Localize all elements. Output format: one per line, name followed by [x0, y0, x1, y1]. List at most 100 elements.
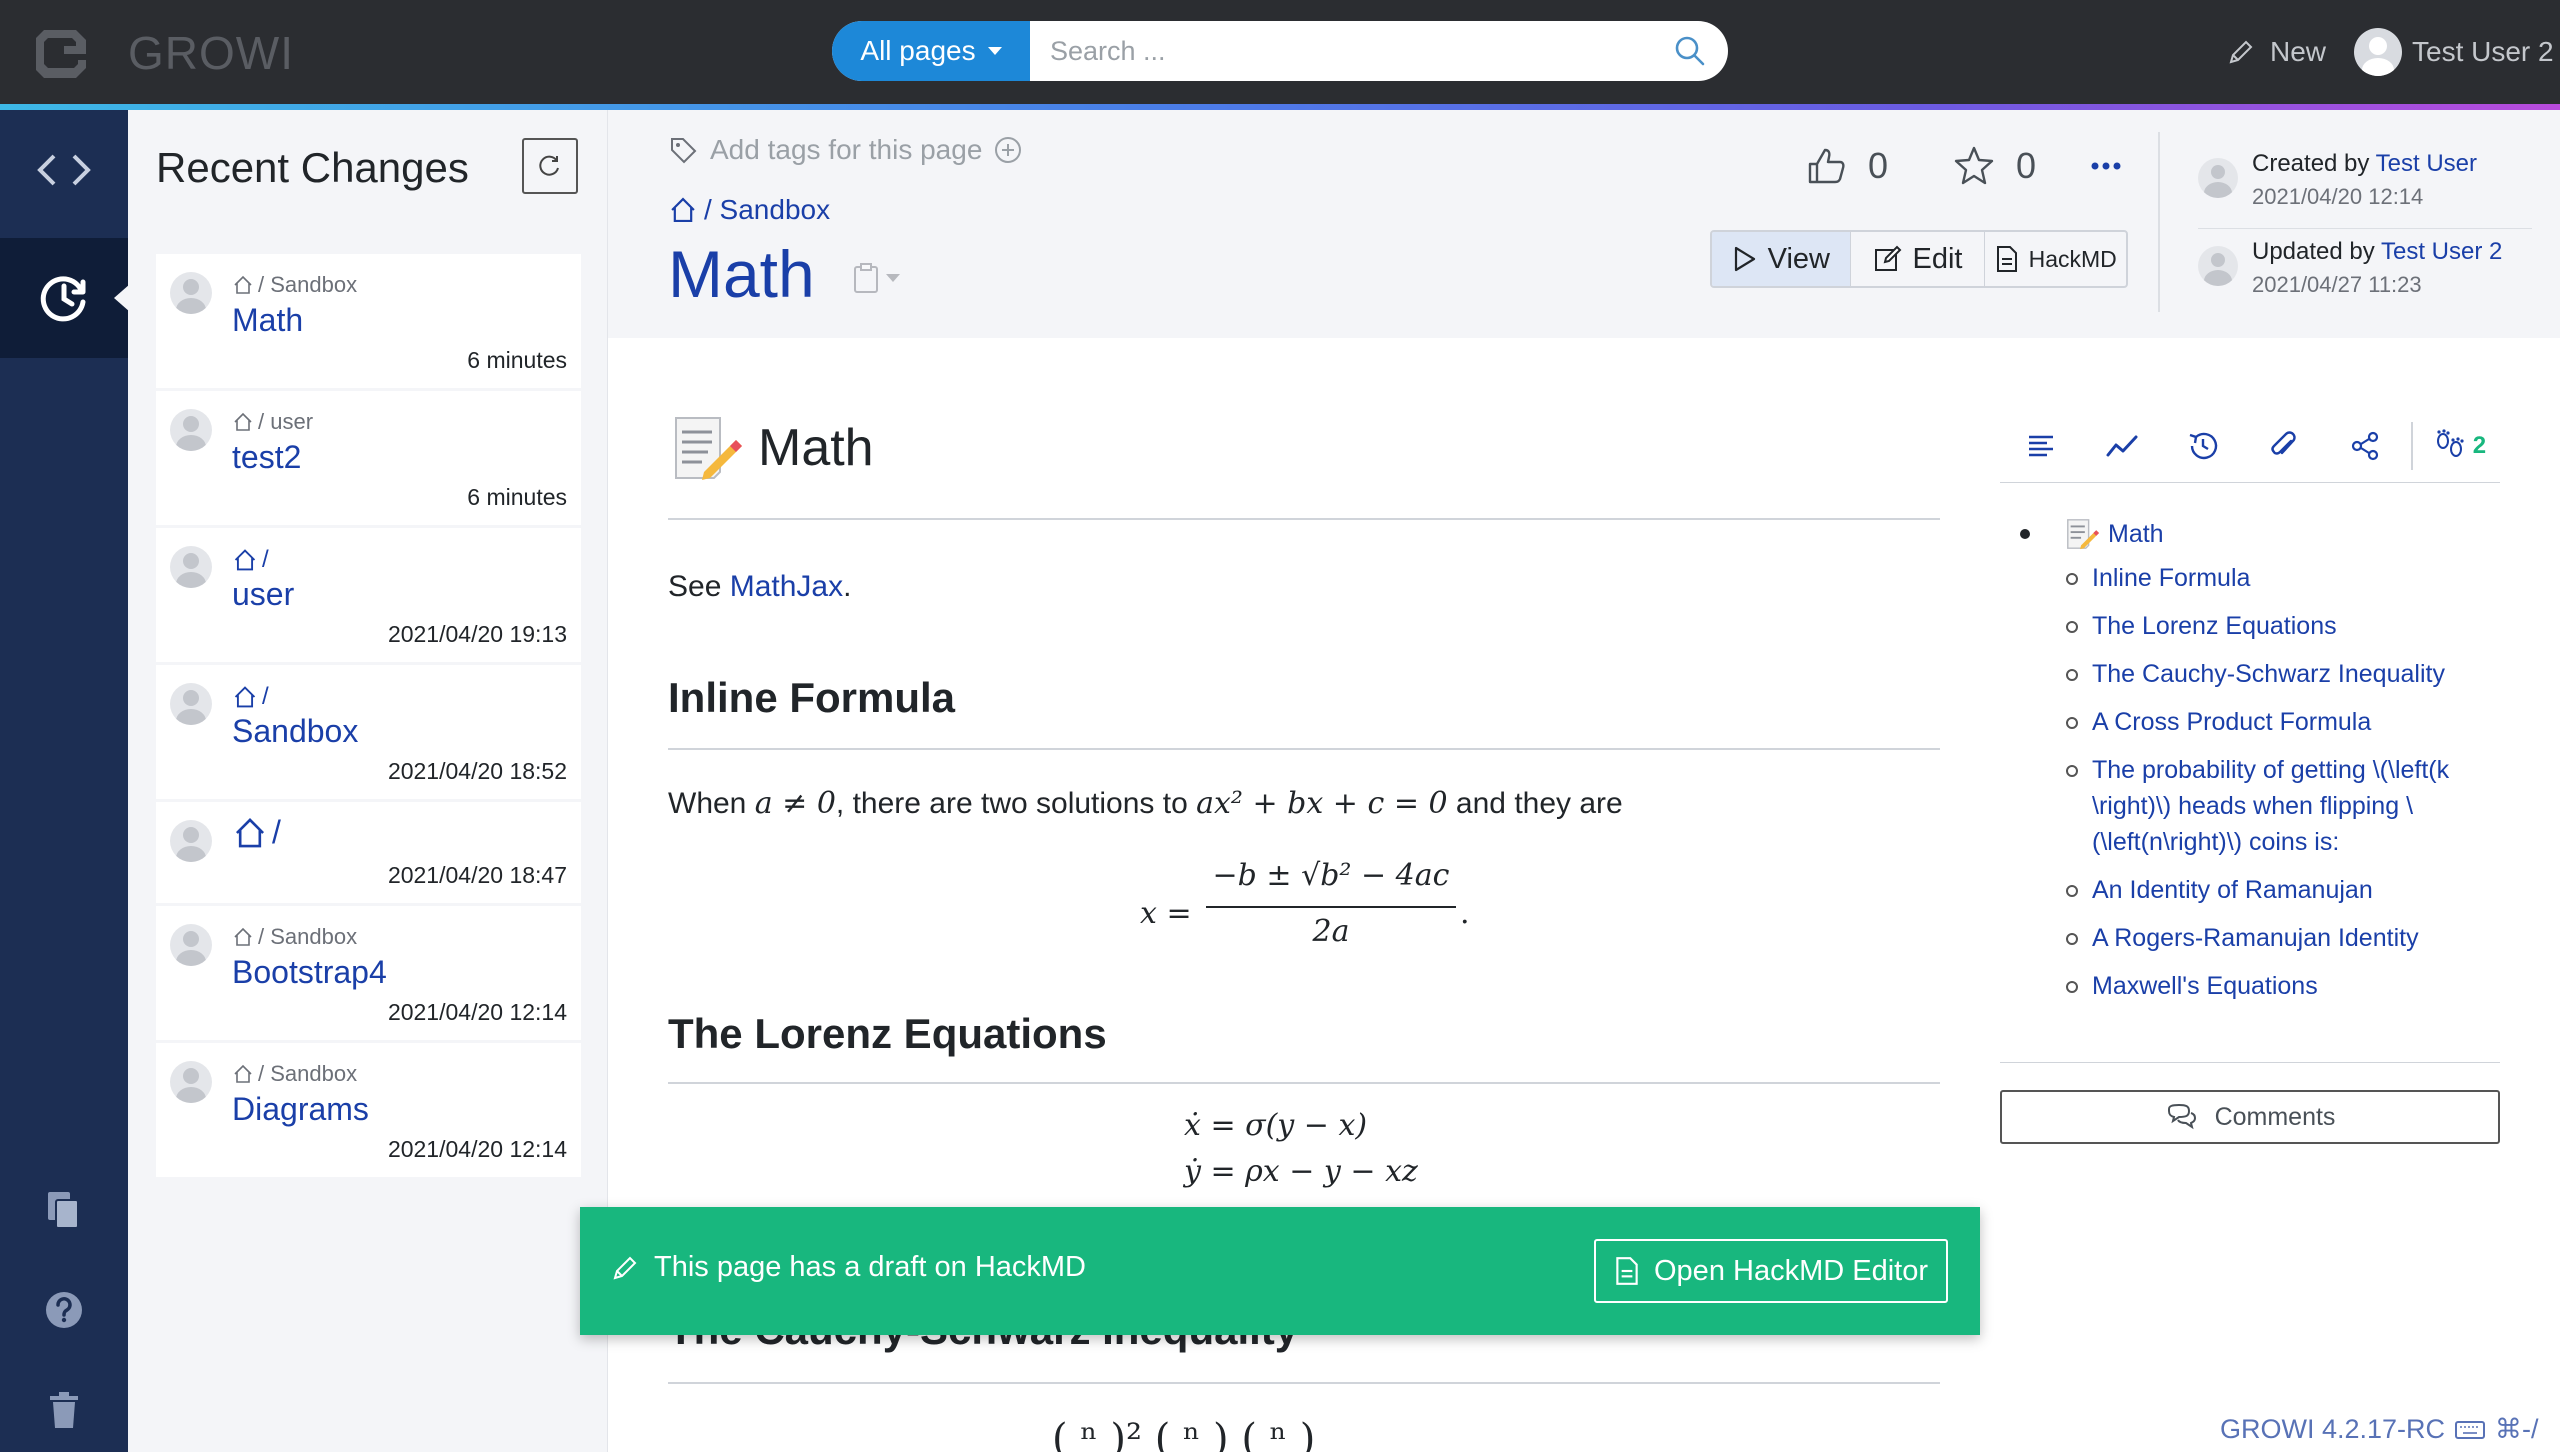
- item-page-name[interactable]: Bootstrap4: [232, 954, 387, 991]
- list-item[interactable]: / Sandbox 2021/04/20 18:52: [156, 665, 581, 802]
- home-icon: [234, 686, 256, 708]
- updated-at: 2021/04/27 11:23: [2252, 272, 2422, 297]
- recent-changes-list: / Sandbox Math 6 minutes / user test2 6 …: [156, 254, 581, 1180]
- lorenz-line-1: ẋ = σ(y − x): [1184, 1108, 1368, 1143]
- share-link-button[interactable]: [2324, 430, 2405, 462]
- created-by: Created by Test User: [2252, 150, 2477, 177]
- tags-editor[interactable]: Add tags for this page: [668, 134, 1022, 166]
- pencil-icon: [613, 1256, 637, 1279]
- item-page-name[interactable]: Diagrams: [232, 1091, 369, 1128]
- view-mode-button[interactable]: View: [1712, 232, 1851, 286]
- keyboard-icon[interactable]: [2455, 1420, 2486, 1440]
- toc-item[interactable]: The Cauchy-Schwarz Inequality: [2066, 656, 2500, 692]
- version-info: GROWI 4.2.17-RC ⌘-/: [2220, 1414, 2539, 1445]
- created-by-user-link[interactable]: Test User: [2376, 150, 2477, 177]
- list-item[interactable]: / Sandbox Diagrams 2021/04/20 12:14: [156, 1043, 581, 1180]
- avatar: [170, 546, 212, 588]
- page-history-button[interactable]: [2162, 429, 2243, 463]
- item-page-name[interactable]: test2: [232, 439, 301, 476]
- bookmark-count: 0: [2016, 145, 2037, 186]
- search-scope-label: All pages: [860, 35, 976, 66]
- more-menu-icon[interactable]: [2090, 161, 2122, 171]
- home-icon: [234, 927, 252, 946]
- item-page-name[interactable]: Sandbox: [232, 713, 358, 750]
- clipboard-icon: [854, 263, 878, 293]
- hackmd-draft-alert: This page has a draft on HackMD Open Hac…: [580, 1207, 1980, 1335]
- inline-math: ax² + bx + c = 0: [1196, 786, 1448, 821]
- toc-item[interactable]: Math: [2020, 512, 2500, 556]
- history-icon: [2189, 432, 2217, 460]
- item-path: / Sandbox: [232, 1061, 357, 1087]
- growi-logo-icon[interactable]: [34, 24, 92, 82]
- avatar: [170, 1061, 212, 1103]
- page-accessories-activity-button[interactable]: [2081, 431, 2162, 461]
- search-scope-dropdown[interactable]: All pages: [832, 21, 1030, 81]
- footprints-icon: [2436, 429, 2464, 457]
- star-icon[interactable]: [1952, 144, 1996, 188]
- toc-item[interactable]: The probability of getting \(\left(k \ri…: [2066, 752, 2500, 860]
- item-page-name[interactable]: Math: [232, 302, 303, 339]
- edit-icon: [1874, 245, 1901, 271]
- item-page-name[interactable]: user: [232, 576, 294, 613]
- toc-item[interactable]: An Identity of Ramanujan: [2066, 872, 2500, 908]
- toc-item[interactable]: A Cross Product Formula: [2066, 704, 2500, 740]
- toc-item[interactable]: A Rogers-Ramanujan Identity: [2066, 920, 2500, 956]
- attachments-button[interactable]: [2243, 429, 2324, 463]
- breadcrumb[interactable]: / Sandbox: [668, 194, 830, 226]
- refresh-button[interactable]: [522, 138, 578, 194]
- hackmd-mode-button[interactable]: HackMD: [1985, 232, 2126, 286]
- open-hackmd-editor-button[interactable]: Open HackMD Editor: [1594, 1239, 1948, 1303]
- sidebar-item-trash[interactable]: [0, 1350, 128, 1452]
- list-item[interactable]: / user 2021/04/20 19:13: [156, 528, 581, 665]
- sidebar-item-recent-changes[interactable]: [0, 238, 130, 358]
- toc-button[interactable]: [2000, 431, 2081, 461]
- item-path: / Sandbox: [232, 924, 357, 950]
- avatar: [170, 683, 212, 725]
- toc-item[interactable]: Inline Formula: [2066, 560, 2500, 596]
- item-path[interactable]: /: [232, 814, 281, 851]
- item-time: 2021/04/20 12:14: [387, 999, 567, 1025]
- formula-numerator: −b ± √b² − 4ac: [1212, 858, 1450, 893]
- list-item[interactable]: / Sandbox Bootstrap4 2021/04/20 12:14: [156, 906, 581, 1043]
- list-item[interactable]: / Sandbox Math 6 minutes: [156, 254, 581, 391]
- search-icon[interactable]: [1674, 35, 1706, 67]
- page-reactions: 0 0: [1804, 144, 2122, 188]
- comments-label: Comments: [2214, 1102, 2336, 1131]
- list-icon: [2028, 435, 2053, 457]
- file-text-icon: [1996, 246, 2017, 272]
- list-item[interactable]: / user test2 6 minutes: [156, 391, 581, 528]
- thumbs-up-icon[interactable]: [1804, 144, 1848, 188]
- toc-item[interactable]: Maxwell's Equations: [2066, 968, 2500, 1004]
- recent-changes-title: Recent Changes: [156, 144, 469, 191]
- search-bar: All pages: [832, 21, 1728, 81]
- mathjax-link[interactable]: MathJax: [730, 570, 843, 603]
- tags-placeholder: Add tags for this page: [710, 134, 983, 165]
- shortcut-text[interactable]: ⌘-/: [2495, 1414, 2539, 1445]
- list-item[interactable]: / 2021/04/20 18:47: [156, 802, 581, 906]
- item-path: /: [232, 546, 269, 574]
- paperclip-icon: [2270, 431, 2296, 455]
- sidebar-item-custom-sidebar[interactable]: [0, 110, 128, 230]
- view-label: View: [1767, 242, 1830, 275]
- toc-label: Math: [2108, 519, 2164, 548]
- edit-mode-button[interactable]: Edit: [1851, 232, 1986, 286]
- search-input[interactable]: [1030, 21, 1650, 81]
- item-time: 6 minutes: [467, 484, 567, 510]
- avatar: [170, 924, 212, 966]
- copy-menu-button[interactable]: [852, 262, 900, 294]
- plus-circle-icon: [995, 137, 1022, 163]
- user-menu[interactable]: Test User 2: [2354, 26, 2554, 78]
- toc-item[interactable]: The Lorenz Equations: [2066, 608, 2500, 644]
- comments-button[interactable]: Comments: [2000, 1090, 2500, 1144]
- avatar: [2198, 246, 2238, 286]
- meta-divider: [2198, 228, 2532, 229]
- new-page-button[interactable]: New: [2226, 30, 2326, 74]
- avatar: [170, 272, 212, 314]
- updated-by-user-link[interactable]: Test User 2: [2381, 238, 2502, 265]
- brand-name[interactable]: GROWI: [128, 26, 294, 80]
- seen-users-button[interactable]: 2: [2419, 429, 2500, 463]
- heading-rule: [668, 1082, 1940, 1084]
- memo-emoji-icon: [675, 417, 742, 480]
- page-title: Math: [668, 237, 815, 311]
- cauchy-formula-top: ( ⁿ )² ( ⁿ ) ( ⁿ ): [1052, 1416, 1316, 1452]
